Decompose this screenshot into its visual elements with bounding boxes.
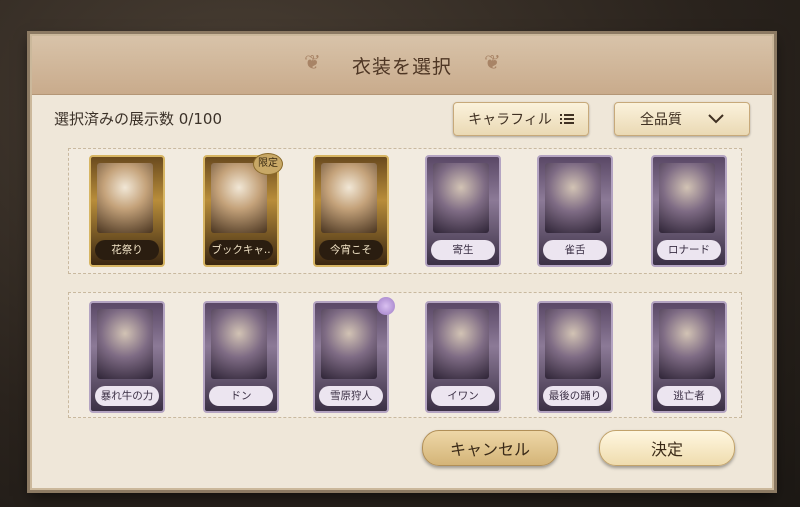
dialog-header: ❦ 衣装を選択 ❦ [32, 36, 772, 95]
costume-portrait [321, 163, 377, 233]
costume-card[interactable]: 雀舌 [537, 155, 613, 267]
costume-card[interactable]: 暴れ牛の力 [89, 301, 165, 413]
quality-dropdown[interactable]: 全品質 [614, 102, 750, 136]
costume-card[interactable]: 今宵こそ [313, 155, 389, 267]
costume-portrait [659, 309, 715, 379]
costume-label: ブックキャ.. [209, 240, 273, 260]
costume-label: 今宵こそ [319, 240, 383, 260]
confirm-button[interactable]: 決定 [599, 430, 735, 466]
list-icon [559, 114, 574, 124]
costume-card[interactable]: ロナード [651, 155, 727, 267]
costume-portrait [211, 309, 267, 379]
costume-label: イワン [431, 386, 495, 406]
costume-card[interactable]: 雪原狩人 [313, 297, 395, 413]
costume-label: ロナード [657, 240, 721, 260]
costume-card[interactable]: 寄生 [425, 155, 501, 267]
costume-portrait [321, 309, 377, 379]
costume-portrait [211, 163, 267, 233]
character-filter-button[interactable]: キャラフィル [453, 102, 589, 136]
limited-badge: 限定 [253, 153, 283, 175]
costume-portrait [97, 309, 153, 379]
costume-label: 逃亡者 [657, 386, 721, 406]
costume-label: 寄生 [431, 240, 495, 260]
costume-portrait [433, 309, 489, 379]
costume-portrait [433, 163, 489, 233]
costume-label: 花祭り [95, 240, 159, 260]
costume-card[interactable]: イワン [425, 301, 501, 413]
leaf-ornament-icon: ❦ [484, 50, 501, 74]
costume-label: 雀舌 [543, 240, 607, 260]
costume-portrait [97, 163, 153, 233]
selection-counter: 選択済みの展示数 0/100 [54, 110, 222, 128]
costume-card[interactable]: 花祭り [89, 155, 165, 267]
costume-row-2: 暴れ牛の力 ドン 雪原狩人 イワン 最後の踊り 逃亡者 [68, 292, 742, 418]
costume-portrait [545, 163, 601, 233]
costume-portrait [659, 163, 715, 233]
costume-card[interactable]: ドン [203, 301, 279, 413]
chevron-down-icon [708, 114, 724, 124]
costume-card[interactable]: 最後の踊り [537, 301, 613, 413]
costume-row-1: 花祭り 限定 ブックキャ.. 今宵こそ 寄生 雀舌 ロナード [68, 148, 742, 274]
cancel-button[interactable]: キャンセル [422, 430, 558, 466]
costume-portrait [545, 309, 601, 379]
filter-label: キャラフィル [468, 112, 552, 128]
quality-label: 全品質 [640, 112, 682, 128]
dialog-title: 衣装を選択 [351, 56, 452, 78]
costume-label: 最後の踊り [543, 386, 607, 406]
costume-card[interactable]: 限定 ブックキャ.. [203, 153, 283, 267]
costume-select-dialog: ❦ 衣装を選択 ❦ 選択済みの展示数 0/100 キャラフィル 全品質 花祭り … [30, 34, 774, 490]
costume-label: 雪原狩人 [319, 386, 383, 406]
costume-label: ドン [209, 386, 273, 406]
costume-card[interactable]: 逃亡者 [651, 301, 727, 413]
flower-ornament-icon [377, 297, 395, 315]
costume-label: 暴れ牛の力 [95, 386, 159, 406]
